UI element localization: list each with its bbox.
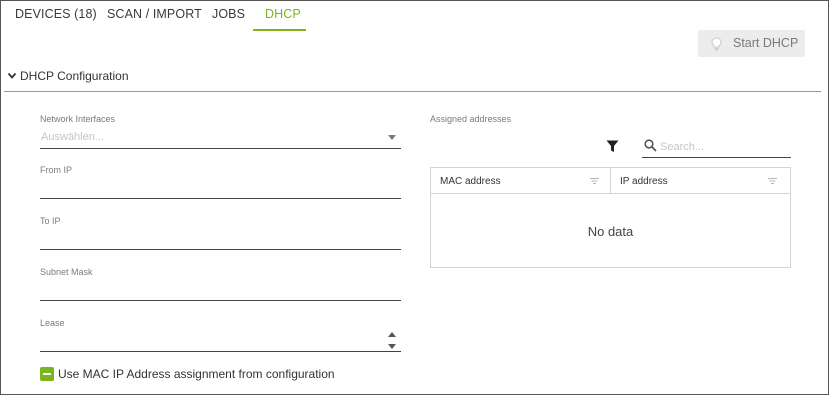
- from-ip-label: From IP: [40, 165, 73, 175]
- section-title[interactable]: DHCP Configuration: [20, 69, 129, 83]
- from-ip-underline: [40, 198, 401, 199]
- indeterminate-dash-icon: [43, 373, 51, 375]
- lease-field[interactable]: [40, 333, 380, 349]
- column-header-ip-label: IP address: [620, 176, 668, 187]
- to-ip-underline: [40, 249, 401, 250]
- chevron-down-icon[interactable]: [7, 72, 17, 80]
- from-ip-field[interactable]: [40, 180, 380, 196]
- tab-jobs[interactable]: JOBS: [212, 7, 245, 31]
- tab-scan-import[interactable]: SCAN / IMPORT: [107, 7, 202, 31]
- lightbulb-icon: [711, 37, 722, 51]
- lease-underline: [40, 351, 401, 352]
- assigned-addresses-label: Assigned addresses: [430, 114, 512, 124]
- search-input[interactable]: [660, 139, 785, 154]
- use-mac-label[interactable]: Use MAC IP Address assignment from confi…: [58, 367, 335, 381]
- network-interfaces-select[interactable]: Auswählen...: [41, 131, 104, 143]
- lease-label: Lease: [40, 318, 65, 328]
- column-menu-icon[interactable]: [590, 178, 599, 184]
- column-menu-icon[interactable]: [768, 178, 777, 184]
- subnet-mask-field[interactable]: [40, 282, 380, 298]
- start-dhcp-button[interactable]: Start DHCP: [698, 30, 805, 57]
- tab-dhcp[interactable]: DHCP: [265, 7, 301, 31]
- search-icon: [644, 139, 657, 152]
- start-dhcp-label: Start DHCP: [733, 36, 799, 50]
- subnet-mask-label: Subnet Mask: [40, 267, 93, 277]
- section-divider: [4, 91, 821, 92]
- column-header-mac-label: MAC address: [440, 176, 501, 187]
- assigned-addresses-table: MAC address IP address No data: [430, 167, 791, 268]
- search-underline: [642, 157, 791, 158]
- tab-devices[interactable]: DEVICES (18): [15, 7, 97, 31]
- column-header-ip[interactable]: IP address: [611, 168, 790, 194]
- network-interfaces-underline: [40, 148, 401, 149]
- subnet-mask-underline: [40, 300, 401, 301]
- column-header-mac[interactable]: MAC address: [431, 168, 610, 194]
- empty-state-text: No data: [587, 224, 634, 239]
- table-header: MAC address IP address: [431, 168, 790, 194]
- to-ip-field[interactable]: [40, 231, 380, 247]
- active-tab-indicator: [253, 29, 306, 31]
- spin-down-icon[interactable]: [388, 344, 396, 349]
- use-mac-checkbox[interactable]: [40, 367, 54, 381]
- dropdown-arrow-icon[interactable]: [388, 135, 396, 140]
- network-interfaces-label: Network Interfaces: [40, 114, 116, 124]
- filter-icon[interactable]: [606, 140, 619, 153]
- to-ip-label: To IP: [40, 216, 61, 226]
- spin-up-icon[interactable]: [388, 332, 396, 337]
